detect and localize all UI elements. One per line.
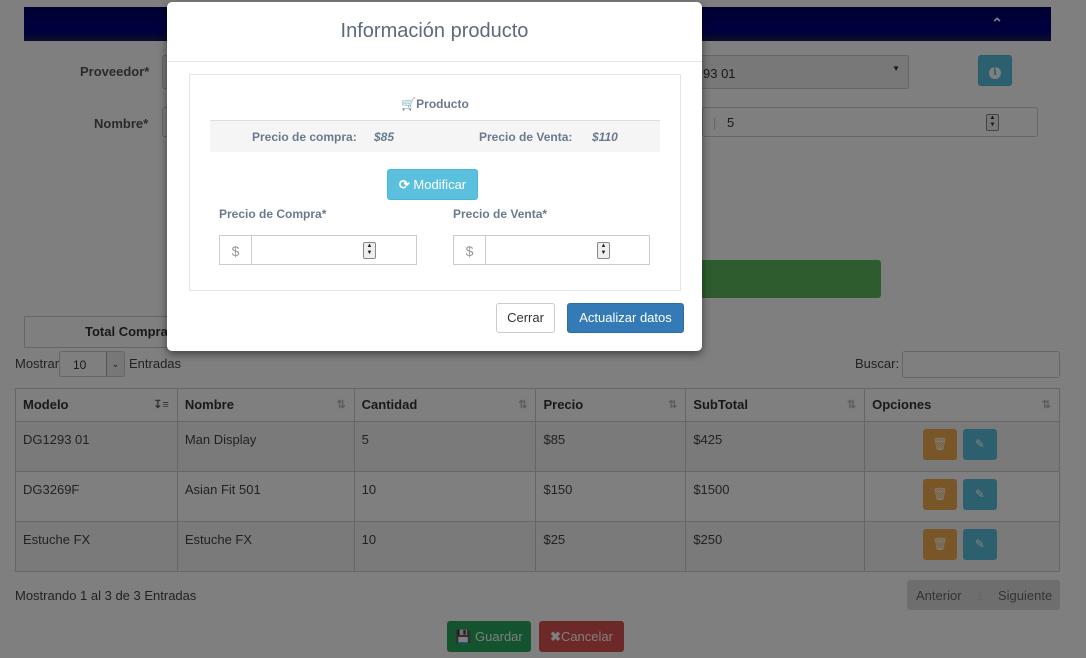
precio-venta-label: Precio de Venta: bbox=[479, 130, 573, 144]
precio-compra-spinner[interactable]: ▲ ▼ bbox=[363, 242, 376, 259]
modificar-label: Modificar bbox=[413, 177, 467, 192]
product-info-modal: Información producto 🛒Producto Precio de… bbox=[167, 2, 702, 351]
precio-venta-spinner[interactable]: ▲ ▼ bbox=[597, 242, 610, 259]
price-summary-row: Precio de compra: $85 Precio de Venta: $… bbox=[210, 120, 660, 152]
cart-icon: 🛒 bbox=[401, 97, 417, 111]
currency-addon: $ bbox=[220, 236, 252, 264]
actualizar-datos-button[interactable]: Actualizar datos bbox=[567, 303, 684, 333]
product-section-label: Producto bbox=[416, 97, 469, 111]
product-panel: 🛒Producto Precio de compra: $85 Precio d… bbox=[189, 74, 681, 291]
precio-compra-label: Precio de compra: bbox=[252, 130, 357, 144]
precio-compra-input[interactable]: $ ▲ ▼ bbox=[219, 235, 417, 265]
modificar-button[interactable]: ⟳ Modificar bbox=[387, 169, 478, 200]
input-precio-venta-label: Precio de Venta* bbox=[453, 207, 548, 221]
modal-title: Información producto bbox=[340, 20, 529, 42]
precio-venta-input[interactable]: $ ▲ ▼ bbox=[453, 235, 650, 265]
precio-compra-value: $85 bbox=[374, 130, 395, 144]
currency-addon: $ bbox=[454, 236, 486, 264]
modal-header: Información producto bbox=[167, 2, 702, 62]
input-precio-compra-label: Precio de Compra* bbox=[219, 207, 327, 221]
refresh-icon: ⟳ bbox=[398, 177, 410, 192]
precio-venta-value: $110 bbox=[592, 130, 618, 144]
cerrar-button[interactable]: Cerrar bbox=[496, 303, 555, 333]
product-section-title: 🛒Producto bbox=[190, 97, 680, 111]
